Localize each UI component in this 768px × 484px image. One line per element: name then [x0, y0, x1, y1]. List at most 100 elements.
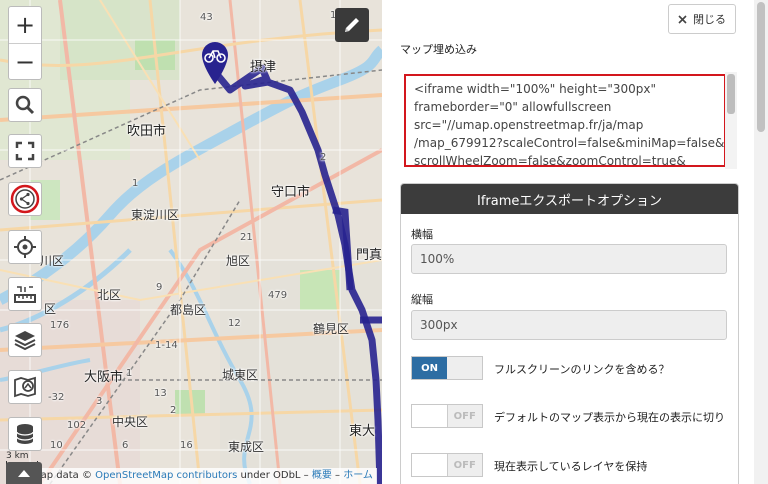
road-13: 13 — [154, 388, 167, 399]
label-miyakojima: 都島区 — [170, 303, 207, 317]
current-view-toggle[interactable]: OFF — [411, 404, 483, 428]
label-settsu: 摂津 — [250, 60, 277, 75]
toggle-knob — [447, 357, 482, 379]
triangle-up-icon — [18, 470, 30, 477]
crosshair-icon — [14, 236, 36, 258]
road-43: 43 — [200, 12, 213, 23]
iframe-options: Iframeエクスポートオプション 横幅 100% 縦幅 300px ON フル… — [400, 183, 739, 484]
attribution-sep: – — [331, 470, 344, 481]
panel-scrollbar[interactable] — [754, 0, 768, 484]
close-button[interactable]: 閉じる — [668, 4, 736, 34]
toggle-on-label: ON — [412, 357, 447, 379]
toggle-off-label: OFF — [447, 405, 482, 427]
embed-code-scroll-thumb[interactable] — [727, 74, 735, 114]
ruler-icon — [14, 286, 36, 303]
embed-code-scrollbar[interactable] — [725, 72, 737, 169]
road-9: 9 — [156, 282, 163, 293]
label-ku1: 川区 — [40, 254, 65, 268]
height-label: 縦幅 — [411, 293, 433, 306]
embed-code-line: <iframe width="100%" height="300px" — [414, 82, 657, 96]
road-2b: 2 — [170, 405, 177, 416]
road-3: 3 — [96, 396, 103, 407]
toggle-knob — [412, 454, 448, 476]
map-tiles — [0, 0, 382, 484]
home-link[interactable]: ホーム — [343, 470, 373, 481]
road-10: 10 — [50, 440, 63, 451]
road-176: 176 — [50, 320, 70, 331]
bicycle-icon — [202, 42, 228, 84]
map-view[interactable]: 摂津 吹田市 守口市 東淀川区 門真 川区 旭区 北区 区 都島区 鶴見区 大阪… — [0, 0, 382, 484]
road-32: -32 — [48, 392, 65, 403]
fullscreen-icon — [15, 141, 35, 161]
edit-button[interactable] — [335, 8, 369, 42]
fullscreen-link-label: フルスクリーンのリンクを含める？ — [494, 363, 670, 376]
locate-button[interactable] — [8, 230, 42, 264]
scale-label: 3 km — [6, 451, 29, 461]
keep-layers-toggle[interactable]: OFF — [411, 453, 483, 477]
toggle-knob — [412, 405, 448, 427]
fullscreen-link-toggle[interactable]: ON — [411, 356, 483, 380]
data-layers-button[interactable] — [8, 417, 42, 451]
panel-scroll-thumb[interactable] — [757, 2, 765, 132]
label-higashiyodogawa: 東淀川区 — [131, 208, 180, 222]
embed-code-line: src="//umap.openstreetmap.fr/ja/map — [414, 118, 644, 132]
label-chuo: 中央区 — [112, 415, 149, 429]
embed-code-line: /map_679912?scaleControl=false&miniMap=f… — [414, 136, 725, 150]
label-osaka: 大阪市 — [84, 370, 124, 385]
layers-button[interactable] — [8, 323, 42, 357]
search-icon — [15, 95, 35, 115]
pencil-icon — [345, 18, 359, 32]
label-ku2: 区 — [44, 302, 57, 316]
zoom-in-button[interactable]: + — [9, 7, 41, 44]
osm-link[interactable]: OpenStreetMap contributors — [95, 470, 237, 481]
measure-button[interactable] — [8, 277, 42, 311]
road-12: 12 — [228, 318, 241, 329]
zoom-out-button[interactable]: − — [9, 44, 41, 80]
iframe-options-header[interactable]: Iframeエクスポートオプション — [401, 184, 738, 214]
road-1-14: 1-14 — [155, 340, 178, 351]
layers-icon — [14, 331, 36, 351]
label-tsurumi: 鶴見区 — [313, 322, 350, 336]
road-1: 1 — [132, 178, 139, 189]
share-button[interactable] — [8, 182, 42, 216]
search-button[interactable] — [8, 88, 42, 122]
road-21: 21 — [240, 232, 253, 243]
map-edit-button[interactable] — [8, 370, 42, 404]
height-input[interactable]: 300px — [411, 310, 727, 340]
embed-code-line: scrollWheelZoom=false&zoomControl=true& — [414, 154, 686, 167]
toggle-off-label: OFF — [447, 454, 482, 476]
close-icon — [678, 14, 687, 24]
embed-title: マップ埋め込み — [400, 43, 477, 56]
road-479: 479 — [268, 290, 288, 301]
label-asahi: 旭区 — [226, 254, 251, 268]
label-higashiosaka: 東大 — [349, 424, 376, 439]
road-16: 16 — [180, 440, 193, 451]
road-6: 6 — [122, 440, 129, 451]
embed-code-textarea[interactable]: <iframe width="100%" height="300px" fram… — [404, 74, 726, 167]
about-link[interactable]: 概要 — [312, 470, 332, 481]
bicycle-marker[interactable] — [200, 40, 230, 86]
zoom-control: + − — [8, 6, 42, 80]
road-2: 2 — [320, 152, 327, 163]
keep-layers-label: 現在表示しているレイヤを保持 — [494, 460, 648, 473]
attribution-license: under ODbL – — [237, 470, 312, 481]
road-1b: 1 — [126, 368, 133, 379]
label-hoku: 北区 — [97, 288, 122, 302]
label-suita: 吹田市 — [127, 124, 167, 139]
label-kado: 門真 — [356, 248, 382, 263]
width-label: 横幅 — [411, 228, 433, 241]
road-102: 102 — [67, 420, 87, 431]
share-icon — [10, 184, 40, 214]
label-moriguchi: 守口市 — [271, 185, 311, 200]
embed-code-line: frameborder="0" allowfullscreen — [414, 100, 612, 114]
label-joto: 城東区 — [222, 368, 259, 382]
caption-toggle-button[interactable] — [6, 462, 42, 484]
close-button-label: 閉じる — [693, 13, 726, 26]
current-view-label: デフォルトのマップ表示から現在の表示に切り — [494, 411, 725, 424]
map-edit-icon — [14, 376, 36, 398]
width-input[interactable]: 100% — [411, 244, 727, 274]
label-higashinari: 東成区 — [228, 440, 265, 454]
attribution: Map data © OpenStreetMap contributors un… — [28, 468, 377, 484]
fullscreen-button[interactable] — [8, 134, 42, 168]
database-icon — [16, 424, 34, 444]
